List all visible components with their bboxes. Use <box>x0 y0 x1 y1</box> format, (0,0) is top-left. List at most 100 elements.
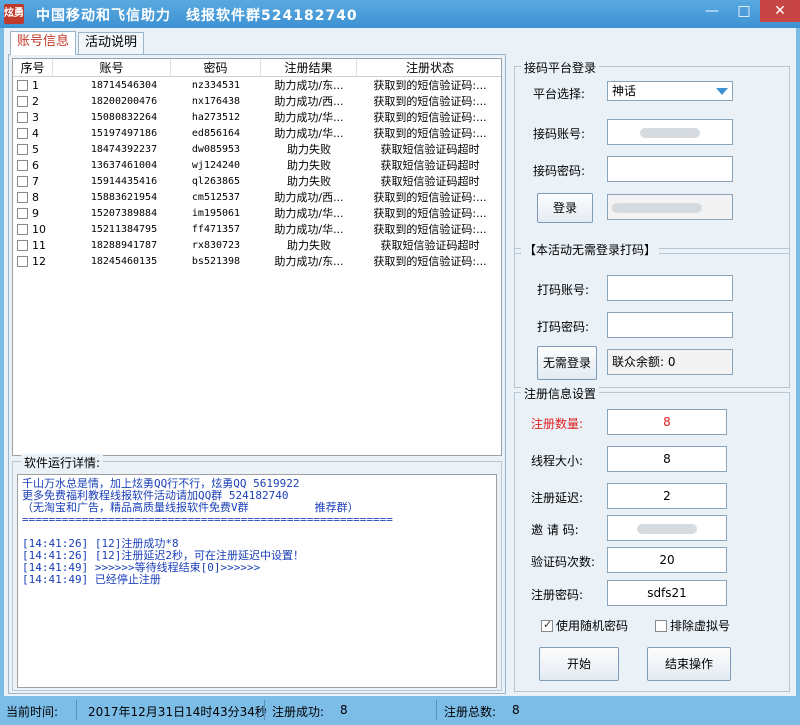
table-row[interactable]: 1 18714546304 nz334531 助力成功/东... 获取到的短信验证码:.… <box>13 78 501 94</box>
account-tab-page: 序号 账号 密码 注册结果 注册状态 1 18714546304 nz334531 助… <box>8 54 506 694</box>
random-password-checkbox[interactable]: 使用随机密码 <box>541 617 628 634</box>
code-account-input[interactable] <box>607 119 733 145</box>
log-group: 软件运行详情: 千山万水总是情，加上炫勇QQ行不行，炫勇QQ 5619922 更多… <box>12 454 502 691</box>
account-cell: 15197497186 <box>90 128 158 139</box>
close-button[interactable]: ✕ <box>760 0 800 22</box>
result-cell: 助力成功/西... <box>274 95 344 108</box>
row-number: 4 <box>32 127 39 140</box>
row-number-cell: 11 <box>13 238 77 254</box>
row-checkbox[interactable] <box>17 256 28 267</box>
table-row[interactable]: 7 15914435416 ql263865 助力失败 获取短信验证码超时 <box>13 174 501 190</box>
status-time-value: 2017年12月31日14时43分34秒 <box>88 705 267 719</box>
status-cell: 获取到的短信验证码:... <box>373 111 487 124</box>
table-row[interactable]: 10 15211384795 ff471357 助力成功/华... 获取到的短信验证码:… <box>13 222 501 238</box>
row-checkbox[interactable] <box>17 208 28 219</box>
tab-account-info[interactable]: 账号信息 <box>10 31 77 55</box>
account-cell: 15207389884 <box>90 208 158 219</box>
register-settings-title: 注册信息设置 <box>521 385 600 402</box>
register-delay-input[interactable]: 2 <box>607 483 727 509</box>
log-textbox[interactable]: 千山万水总是情，加上炫勇QQ行不行，炫勇QQ 5619922 更多免费福利教程线报… <box>17 474 497 688</box>
redacted-value <box>640 127 700 138</box>
row-number-cell: 9 <box>13 206 77 222</box>
row-checkbox[interactable] <box>17 160 28 171</box>
account-cell: 18714546304 <box>90 80 158 91</box>
invite-code-input[interactable] <box>607 515 727 541</box>
no-login-button[interactable]: 无需登录 <box>537 346 597 380</box>
table-row[interactable]: 3 15080832264 ha273512 助力成功/华... 获取到的短信验证码:.… <box>13 110 501 126</box>
row-number: 3 <box>32 111 39 124</box>
row-number-cell: 4 <box>13 126 77 142</box>
redacted-value <box>612 202 702 213</box>
start-button[interactable]: 开始 <box>539 647 619 681</box>
result-cell: 助力成功/西... <box>274 191 344 204</box>
table-row[interactable]: 4 15197497186 ed856164 助力成功/华... 获取到的短信验证码:.… <box>13 126 501 142</box>
col-header-account[interactable]: 账号 <box>53 59 171 77</box>
row-checkbox[interactable] <box>17 96 28 107</box>
thread-size-input[interactable]: 8 <box>607 446 727 472</box>
status-separator <box>436 700 437 720</box>
login-button[interactable]: 登录 <box>537 193 593 223</box>
col-header-password[interactable]: 密码 <box>171 59 261 77</box>
result-cell: 助力成功/华... <box>274 223 344 236</box>
status-time-label: 当前时间: <box>6 705 59 719</box>
redacted-value <box>637 523 697 534</box>
table-row[interactable]: 6 13637461004 wj124240 助力失败 获取短信验证码超时 <box>13 158 501 174</box>
password-cell: dw085953 <box>191 144 241 155</box>
tab-activity-info[interactable]: 活动说明 <box>78 32 145 54</box>
captcha-account-input[interactable] <box>607 275 733 301</box>
account-cell: 18245460135 <box>90 256 158 267</box>
password-cell: ql263865 <box>191 176 241 187</box>
code-password-input[interactable] <box>607 156 733 182</box>
row-number-cell: 2 <box>13 94 77 110</box>
row-number-cell: 7 <box>13 174 77 190</box>
row-checkbox[interactable] <box>17 192 28 203</box>
row-number: 11 <box>32 239 46 252</box>
account-cell: 13637461004 <box>90 160 158 171</box>
table-row[interactable]: 8 15883621954 cm512537 助力成功/西... 获取到的短信验证码:.… <box>13 190 501 206</box>
platform-select[interactable]: 神话 <box>607 81 733 101</box>
random-password-label: 使用随机密码 <box>556 619 629 633</box>
captcha-password-input[interactable] <box>607 312 733 338</box>
account-cell: 15883621954 <box>90 192 158 203</box>
col-header-no[interactable]: 序号 <box>13 59 53 77</box>
col-header-status[interactable]: 注册状态 <box>357 59 501 77</box>
table-row[interactable]: 2 18200200476 nx176438 助力成功/西... 获取到的短信验证码:.… <box>13 94 501 110</box>
captcha-account-label: 打码账号: <box>537 283 590 297</box>
log-line: ========================================… <box>22 513 393 526</box>
account-table[interactable]: 序号 账号 密码 注册结果 注册状态 1 18714546304 nz334531 助… <box>12 58 502 456</box>
captcha-title: 【本活动无需登录打码】 <box>521 241 660 258</box>
row-checkbox[interactable] <box>17 112 28 123</box>
row-checkbox[interactable] <box>17 144 28 155</box>
row-checkbox[interactable] <box>17 80 28 91</box>
table-row[interactable]: 5 18474392237 dw085953 助力失败 获取短信验证码超时 <box>13 142 501 158</box>
account-cell: 18200200476 <box>90 96 158 107</box>
exclude-virtual-label: 排除虚拟号 <box>670 619 731 633</box>
row-number-cell: 8 <box>13 190 77 206</box>
main-window: 账号信息 活动说明 序号 账号 密码 注册结果 注册状态 1 1871454630… <box>4 28 796 696</box>
platform-select-label: 平台选择: <box>533 87 586 101</box>
status-cell: 获取到的短信验证码:... <box>373 191 487 204</box>
row-checkbox[interactable] <box>17 128 28 139</box>
stop-button[interactable]: 结束操作 <box>647 647 731 681</box>
register-password-input[interactable]: sdfs21 <box>607 580 727 606</box>
row-checkbox[interactable] <box>17 240 28 251</box>
row-checkbox[interactable] <box>17 176 28 187</box>
code-password-label: 接码密码: <box>533 164 586 178</box>
row-checkbox[interactable] <box>17 224 28 235</box>
col-header-result[interactable]: 注册结果 <box>261 59 357 77</box>
exclude-virtual-checkbox[interactable]: 排除虚拟号 <box>655 617 730 634</box>
thread-size-label: 线程大小: <box>531 454 584 468</box>
table-row[interactable]: 12 18245460135 bs521398 助力成功/东... 获取到的短信验证码:… <box>13 254 501 270</box>
table-row[interactable]: 11 18288941787 rx830723 助力失败 获取短信验证码超时 <box>13 238 501 254</box>
title-bar: 炫勇 中国移动和飞信助力 线报软件群524182740 — □ ✕ <box>0 0 800 28</box>
minimize-button[interactable]: — <box>696 0 728 22</box>
status-separator <box>76 700 77 720</box>
status-cell: 获取到的短信验证码:... <box>373 255 487 268</box>
table-row[interactable]: 9 15207389884 im195061 助力成功/华... 获取到的短信验证码:.… <box>13 206 501 222</box>
register-count-input[interactable]: 8 <box>607 409 727 435</box>
verify-count-input[interactable]: 20 <box>607 547 727 573</box>
maximize-button[interactable]: □ <box>728 0 760 22</box>
checkbox-checked-icon <box>541 618 553 632</box>
result-cell: 助力成功/华... <box>274 127 344 140</box>
status-bar: 当前时间: 2017年12月31日14时43分34秒 注册成功: 8 注册总数:… <box>0 696 800 725</box>
